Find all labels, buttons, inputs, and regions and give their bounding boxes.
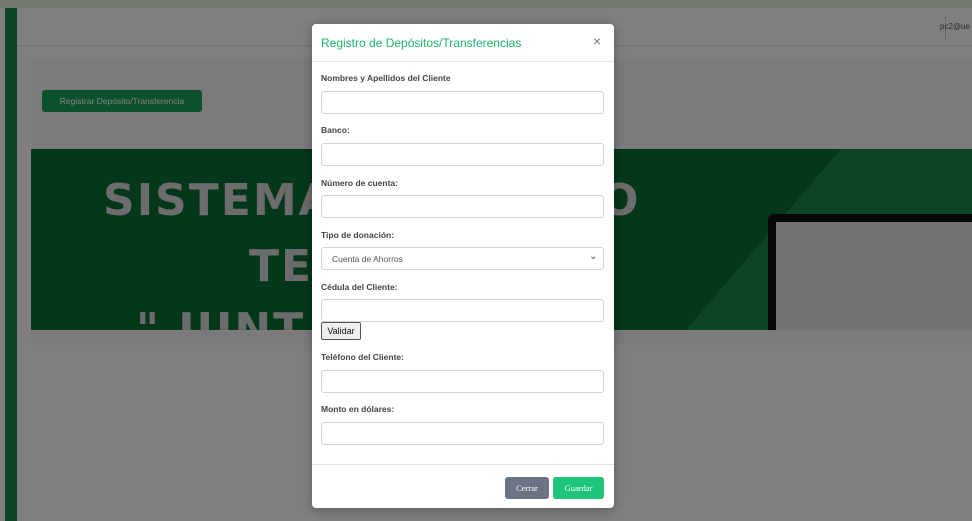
- modal-title: Registro de Depósitos/Transferencias: [321, 36, 522, 50]
- nombres-input[interactable]: [321, 91, 604, 114]
- cuenta-label: Número de cuenta:: [321, 178, 398, 188]
- banco-input[interactable]: [321, 143, 604, 166]
- cedula-input[interactable]: [321, 299, 604, 322]
- modal-header: Registro de Depósitos/Transferencias ×: [312, 24, 614, 62]
- deposit-modal: Registro de Depósitos/Transferencias × N…: [312, 24, 614, 508]
- telefono-input[interactable]: [321, 370, 604, 393]
- banco-label: Banco:: [321, 125, 350, 135]
- monto-input[interactable]: [321, 422, 604, 445]
- monto-label: Monto en dólares:: [321, 404, 395, 414]
- tipo-donacion-value: Cuenta de Ahorros: [332, 254, 403, 264]
- modal-footer: Cerrar Guardar: [312, 464, 614, 508]
- cerrar-button[interactable]: Cerrar: [505, 477, 549, 499]
- tipo-donacion-label: Tipo de donación:: [321, 230, 395, 240]
- cedula-label: Cédula del Cliente:: [321, 282, 398, 292]
- telefono-label: Teléfono del Cliente:: [321, 352, 404, 362]
- validar-button[interactable]: Validar: [321, 322, 361, 340]
- cuenta-input[interactable]: [321, 195, 604, 218]
- close-icon[interactable]: ×: [593, 34, 601, 48]
- nombres-label: Nombres y Apellidos del Cliente: [321, 73, 451, 83]
- tipo-donacion-select[interactable]: Cuenta de Ahorros ⌄: [321, 247, 604, 270]
- chevron-down-icon: ⌄: [589, 251, 598, 262]
- guardar-button[interactable]: Guardar: [553, 477, 604, 499]
